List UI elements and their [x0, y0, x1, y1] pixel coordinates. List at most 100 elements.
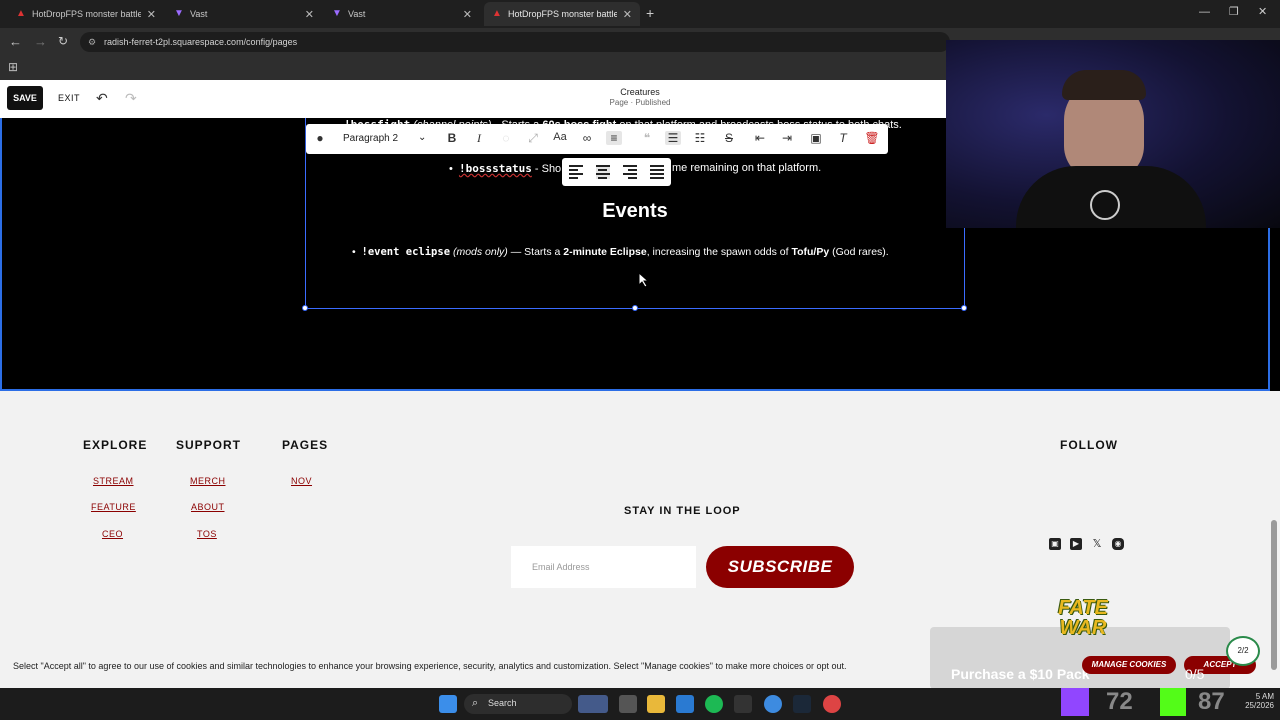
command-note: (mods only): [452, 246, 508, 258]
page-status: Page · Published: [609, 98, 671, 107]
align-center-icon[interactable]: ≡: [606, 131, 622, 145]
site-info-icon[interactable]: ⚙: [88, 32, 96, 52]
italic-icon[interactable]: I: [471, 131, 487, 146]
list-item[interactable]: • !event eclipse (mods only) — Starts a …: [352, 246, 889, 258]
justify-icon[interactable]: [650, 165, 664, 179]
browser-tab[interactable]: ▼ Vast ✕: [324, 2, 480, 26]
kick-stat-icon: [1160, 688, 1186, 716]
task-view-icon[interactable]: [619, 695, 637, 713]
widget-icon[interactable]: [578, 695, 608, 713]
vast-icon: ▼: [174, 8, 184, 19]
email-field[interactable]: Email Address: [511, 546, 696, 588]
clear-format-icon[interactable]: T: [835, 131, 851, 145]
bullet-list-icon[interactable]: ☰: [665, 131, 681, 145]
twitch-icon[interactable]: ▣: [1049, 538, 1061, 550]
maximize-icon[interactable]: ❐: [1229, 5, 1239, 18]
minimize-icon[interactable]: —: [1199, 6, 1210, 18]
font-style-icon[interactable]: Aa: [552, 131, 568, 143]
exit-button[interactable]: EXIT: [58, 93, 80, 103]
list-item[interactable]: • !bossstatus - Sho: [449, 162, 561, 175]
align-left-icon[interactable]: [569, 165, 583, 179]
spotify-icon[interactable]: [705, 695, 723, 713]
footer-link-merch[interactable]: MERCH: [190, 476, 226, 486]
new-tab-icon[interactable]: +: [646, 5, 654, 21]
paragraph-style-select[interactable]: Paragraph 2: [343, 133, 398, 144]
resize-handle[interactable]: [961, 305, 967, 311]
save-button[interactable]: SAVE: [7, 86, 43, 110]
strikethrough-icon[interactable]: S: [721, 131, 737, 145]
footer-heading-pages: PAGES: [282, 438, 329, 452]
browser-tab[interactable]: ▲ HotDropFPS monster battle sty ✕: [8, 2, 164, 26]
text-span: — Starts a: [507, 246, 564, 258]
browser-tab[interactable]: ▼ Vast ✕: [166, 2, 322, 26]
close-window-icon[interactable]: ✕: [1258, 5, 1267, 18]
notepad-icon[interactable]: [676, 695, 694, 713]
forward-icon[interactable]: →: [34, 34, 47, 49]
hud-icon[interactable]: [734, 695, 752, 713]
taskbar-search[interactable]: ⌕ Search: [464, 694, 572, 714]
outdent-icon[interactable]: ⇤: [752, 131, 768, 145]
logo-text: WAR: [1059, 617, 1107, 639]
delete-icon[interactable]: 🗑: [864, 131, 880, 145]
clock-date: 25/2026: [1245, 701, 1274, 710]
file-explorer-icon[interactable]: [647, 695, 665, 713]
search-label: Search: [488, 698, 517, 708]
bullet: •: [352, 246, 362, 258]
resize-handle[interactable]: [632, 305, 638, 311]
back-icon[interactable]: ←: [9, 34, 22, 49]
footer-link-about[interactable]: ABOUT: [191, 502, 225, 512]
bullet: •: [449, 163, 459, 175]
numbered-list-icon[interactable]: ☷: [692, 131, 708, 145]
windows-start-icon[interactable]: [439, 695, 457, 713]
footer-link-stream[interactable]: STREAM: [93, 476, 134, 486]
url-field[interactable]: ⚙ radish-ferret-t2pl.squarespace.com/con…: [80, 32, 950, 52]
bold-icon[interactable]: B: [444, 131, 460, 145]
footer-link-tos[interactable]: TOS: [197, 529, 217, 539]
events-heading: Events: [602, 200, 668, 222]
close-tab-icon[interactable]: ✕: [623, 8, 632, 21]
scrollbar-thumb[interactable]: [1271, 520, 1277, 670]
footer-link-feature[interactable]: FEATURE: [91, 502, 136, 512]
twitch-stat-icon: [1061, 688, 1089, 716]
promo-text: Purchase a $10 Pack: [951, 666, 1090, 682]
page-title: Creatures: [620, 87, 660, 97]
align-right-icon[interactable]: [623, 165, 637, 179]
align-center-icon[interactable]: [596, 165, 610, 179]
text-span: me remaining on that platform.: [672, 162, 822, 174]
tab-title: HotDropFPS monster battle sty: [508, 9, 617, 19]
footer-link-nov[interactable]: NOV: [291, 476, 312, 486]
browser-tab-active[interactable]: ▲ HotDropFPS monster battle sty ✕: [484, 2, 640, 26]
apps-grid-icon[interactable]: ⊞: [8, 60, 18, 74]
pack-counter: 0/5: [1185, 666, 1205, 682]
youtube-icon[interactable]: ▶: [1070, 538, 1082, 550]
command-text: !event eclipse: [361, 246, 451, 258]
chrome-profile-icon[interactable]: [823, 695, 841, 713]
close-tab-icon[interactable]: ✕: [147, 8, 156, 21]
undo-icon[interactable]: ↶: [96, 90, 108, 107]
indent-icon[interactable]: ⇥: [779, 131, 795, 145]
clock[interactable]: 5 AM 25/2026: [1230, 692, 1274, 710]
paste-icon[interactable]: ▣: [808, 131, 824, 145]
discord-icon[interactable]: ◉: [1112, 538, 1124, 550]
footer-link-ceo[interactable]: CEO: [102, 529, 123, 539]
unlink-icon[interactable]: ⤢: [525, 131, 541, 146]
tab-title: HotDropFPS monster battle sty: [32, 9, 141, 19]
close-tab-icon[interactable]: ✕: [463, 8, 472, 21]
highlight-icon[interactable]: ◌: [498, 131, 514, 145]
reload-icon[interactable]: ↻: [58, 34, 68, 48]
redo-icon[interactable]: ↷: [125, 90, 137, 107]
chrome-icon[interactable]: [764, 695, 782, 713]
tab-title: Vast: [190, 9, 208, 19]
text-color-icon[interactable]: ●: [312, 131, 328, 145]
chevron-down-icon[interactable]: ⌄: [418, 132, 426, 143]
steam-icon[interactable]: [793, 695, 811, 713]
tab-title: Vast: [348, 9, 366, 19]
close-tab-icon[interactable]: ✕: [305, 8, 314, 21]
link-icon[interactable]: ∞: [579, 131, 595, 145]
manage-cookies-button[interactable]: MANAGE COOKIES: [1082, 656, 1176, 674]
vast-icon: ▼: [332, 8, 342, 19]
resize-handle[interactable]: [302, 305, 308, 311]
subscribe-button[interactable]: SUBSCRIBE: [706, 546, 854, 588]
quote-icon[interactable]: ❝: [639, 131, 655, 145]
x-icon[interactable]: 𝕏: [1091, 538, 1103, 550]
